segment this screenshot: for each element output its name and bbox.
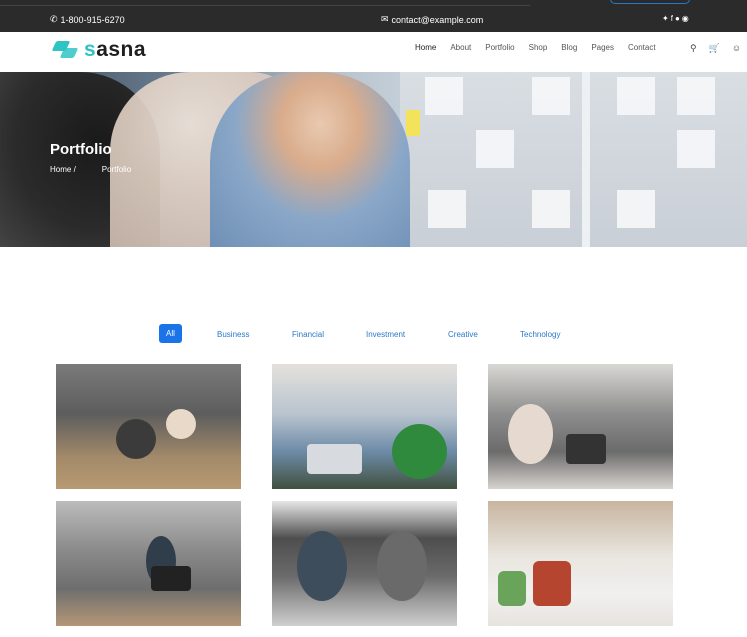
portfolio-item[interactable] bbox=[488, 364, 673, 489]
page-hero-banner: Portfolio Home / Portfolio bbox=[0, 72, 747, 247]
photo-person bbox=[297, 531, 347, 601]
portfolio-item[interactable] bbox=[56, 501, 241, 626]
photo-person bbox=[508, 404, 553, 464]
main-nav: sasna Home About Portfolio Shop Blog Pag… bbox=[0, 32, 747, 72]
nav-item-home[interactable]: Home bbox=[415, 43, 436, 52]
sticky-note bbox=[476, 130, 514, 168]
filter-creative[interactable]: Creative bbox=[448, 330, 478, 339]
photo-laptop bbox=[151, 566, 191, 591]
email-text: contact@example.com bbox=[391, 14, 484, 25]
sticky-note bbox=[617, 190, 655, 228]
hero-person-right bbox=[210, 72, 410, 247]
portfolio-item[interactable] bbox=[488, 501, 673, 626]
nav-item-pages[interactable]: Pages bbox=[591, 43, 614, 52]
nav-item-blog[interactable]: Blog bbox=[561, 43, 577, 52]
photo-mug bbox=[533, 561, 571, 606]
sticky-note bbox=[617, 77, 655, 115]
filter-all[interactable]: All bbox=[159, 324, 182, 343]
nav-item-contact[interactable]: Contact bbox=[628, 43, 656, 52]
top-bar: ✆ 1-800-915-6270 ✉ contact@example.com ✦… bbox=[0, 0, 747, 32]
phone-contact[interactable]: ✆ 1-800-915-6270 bbox=[50, 14, 125, 25]
breadcrumb-current: Portfolio bbox=[101, 165, 132, 174]
phone-icon: ✆ bbox=[50, 14, 58, 24]
logo[interactable]: sasna bbox=[51, 38, 146, 62]
sticky-note bbox=[677, 77, 715, 115]
top-pill-outline bbox=[610, 0, 690, 4]
nav-item-about[interactable]: About bbox=[450, 43, 471, 52]
sticky-note bbox=[428, 190, 466, 228]
sticky-note bbox=[677, 130, 715, 168]
twitter-icon[interactable]: ✦ bbox=[662, 14, 669, 23]
portfolio-item[interactable] bbox=[56, 364, 241, 489]
sticky-note bbox=[425, 77, 463, 115]
photo-laptop bbox=[307, 444, 362, 474]
phone-text: 1-800-915-6270 bbox=[60, 14, 125, 25]
nav-item-shop[interactable]: Shop bbox=[529, 43, 548, 52]
filter-investment[interactable]: Investment bbox=[366, 330, 405, 339]
nav-menu: Home About Portfolio Shop Blog Pages Con… bbox=[415, 43, 670, 52]
breadcrumb: Home / Portfolio bbox=[50, 165, 131, 174]
photo-person bbox=[116, 419, 156, 459]
pinterest-icon[interactable]: ◉ bbox=[682, 14, 689, 23]
filter-technology[interactable]: Technology bbox=[520, 330, 560, 339]
search-icon[interactable]: ⚲ bbox=[690, 43, 697, 54]
logo-accent: s bbox=[84, 38, 97, 61]
photo-person bbox=[166, 409, 196, 439]
yellow-note bbox=[406, 110, 420, 136]
breadcrumb-home[interactable]: Home / bbox=[50, 165, 76, 174]
logo-rest: asna bbox=[96, 38, 147, 61]
photo-laptop bbox=[566, 434, 606, 464]
social-icons: ✦ f ● ◉ bbox=[662, 14, 689, 23]
browser-edge bbox=[0, 0, 530, 6]
nav-icons: ⚲ 🛒 ☺ bbox=[690, 43, 741, 54]
cart-icon[interactable]: 🛒 bbox=[709, 43, 720, 54]
facebook-icon[interactable]: f bbox=[671, 14, 673, 23]
filter-business[interactable]: Business bbox=[217, 330, 249, 339]
hero-window-frame bbox=[582, 72, 590, 247]
portfolio-filters: All Business Financial Investment Creati… bbox=[159, 324, 560, 343]
user-icon[interactable]: ☺ bbox=[732, 43, 741, 54]
sticky-note bbox=[532, 77, 570, 115]
logo-mark-icon bbox=[51, 41, 80, 59]
skype-icon[interactable]: ● bbox=[675, 14, 680, 23]
page-title: Portfolio bbox=[50, 141, 112, 158]
sticky-note bbox=[532, 190, 570, 228]
email-contact[interactable]: ✉ contact@example.com bbox=[381, 14, 483, 25]
mail-icon: ✉ bbox=[381, 14, 389, 24]
photo-person bbox=[377, 531, 427, 601]
filter-financial[interactable]: Financial bbox=[292, 330, 324, 339]
logo-text: sasna bbox=[84, 38, 146, 62]
portfolio-item[interactable] bbox=[272, 364, 457, 489]
photo-person bbox=[392, 424, 447, 479]
photo-plant bbox=[498, 571, 526, 606]
portfolio-item[interactable] bbox=[272, 501, 457, 626]
nav-item-portfolio[interactable]: Portfolio bbox=[485, 43, 514, 52]
